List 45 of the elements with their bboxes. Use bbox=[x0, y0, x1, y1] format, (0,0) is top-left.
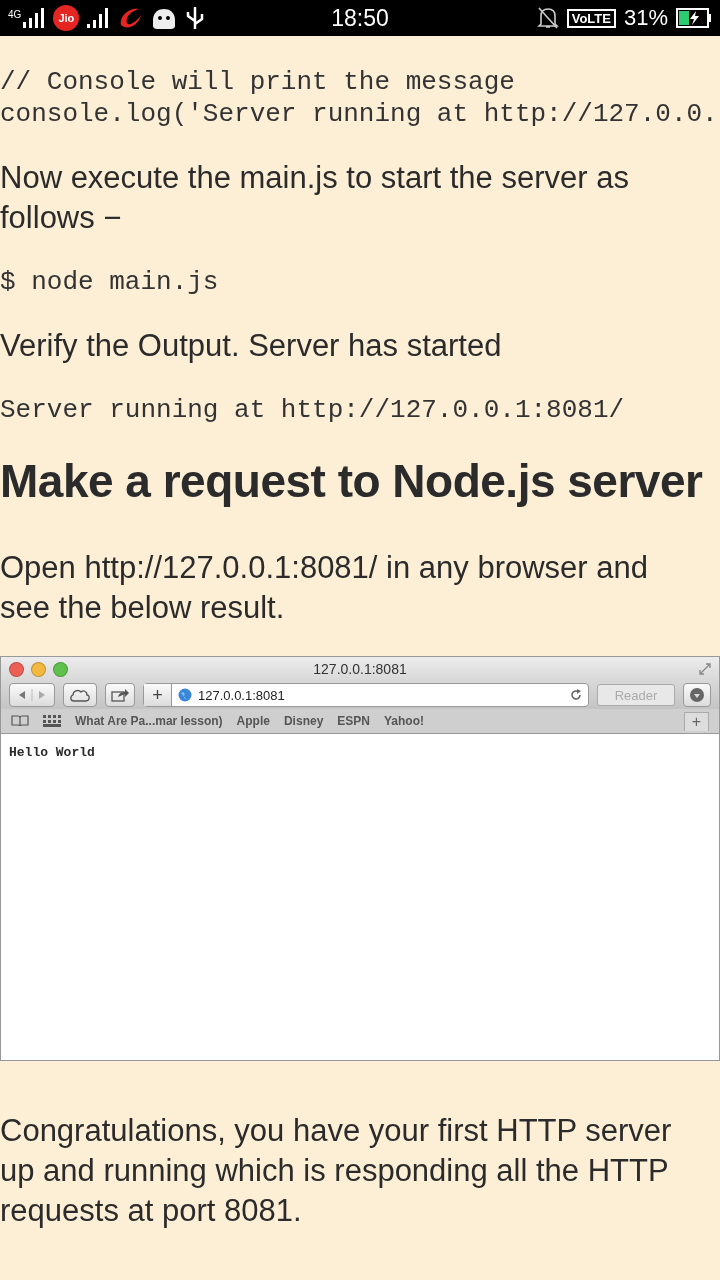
code-line: // Console will print the message bbox=[0, 66, 516, 98]
clock: 18:50 bbox=[331, 4, 389, 32]
close-dot[interactable] bbox=[9, 661, 24, 677]
signal-icon bbox=[87, 8, 110, 28]
battery-icon bbox=[676, 8, 712, 28]
globe-icon bbox=[178, 688, 192, 702]
cloud-icon bbox=[69, 688, 91, 702]
bookmark-link[interactable]: Apple bbox=[236, 714, 270, 728]
reload-icon[interactable] bbox=[570, 689, 582, 701]
minimize-dot[interactable] bbox=[31, 661, 46, 677]
back-forward-buttons[interactable] bbox=[9, 683, 55, 707]
fullscreen-icon[interactable] bbox=[699, 663, 711, 675]
network-type: 4G bbox=[8, 9, 22, 20]
code-line: console.log('Server running at http://127.0.0. bbox=[0, 98, 719, 130]
code-line: Server running at http://127.0.0.1:8081/ bbox=[0, 394, 626, 426]
zoom-dot[interactable] bbox=[53, 661, 68, 677]
share-icon bbox=[111, 688, 129, 702]
paragraph: Open http://127.0.0.1:8081/ in any browser and see the below result. bbox=[0, 549, 649, 627]
grid-icon[interactable] bbox=[43, 715, 61, 727]
download-button[interactable] bbox=[683, 683, 711, 707]
book-icon[interactable] bbox=[11, 715, 29, 727]
muted-bell-icon bbox=[536, 6, 559, 30]
bookmark-link[interactable]: Disney bbox=[283, 714, 324, 728]
paragraph: Congratulations, you have your first HTTP server up and running which is responding all the HTTP requests at port 8081. bbox=[0, 1112, 673, 1230]
signal-icon bbox=[23, 8, 46, 28]
carrier-badge: Jio bbox=[53, 5, 80, 31]
bookmark-link[interactable]: Yahoo! bbox=[384, 714, 424, 728]
page-text: Hello World bbox=[9, 745, 95, 760]
usb-icon bbox=[185, 5, 206, 31]
download-icon bbox=[689, 687, 705, 703]
cloud-button[interactable] bbox=[63, 683, 97, 707]
share-button[interactable] bbox=[105, 683, 135, 707]
paragraph: Verify the Output. Server has started bbox=[0, 327, 503, 365]
address-field[interactable]: 127.0.0.1:8081 bbox=[198, 687, 564, 703]
window-title: 127.0.0.1:8081 bbox=[313, 661, 407, 677]
code-line: $ node main.js bbox=[0, 266, 220, 298]
bookmark-link[interactable]: ESPN bbox=[337, 714, 370, 728]
bookmark-link[interactable]: What Are Pa...mar lesson) bbox=[75, 714, 223, 728]
robot-icon bbox=[151, 6, 178, 30]
add-bookmark-button[interactable]: + bbox=[144, 684, 172, 706]
new-tab-button[interactable]: + bbox=[683, 711, 709, 731]
battery-percent: 31% bbox=[623, 5, 668, 31]
heading: Make a request to Node.js server bbox=[0, 454, 704, 508]
volte-badge: VoLTE bbox=[566, 8, 616, 28]
paragraph: Now execute the main.js to start the server as follows − bbox=[0, 159, 630, 237]
